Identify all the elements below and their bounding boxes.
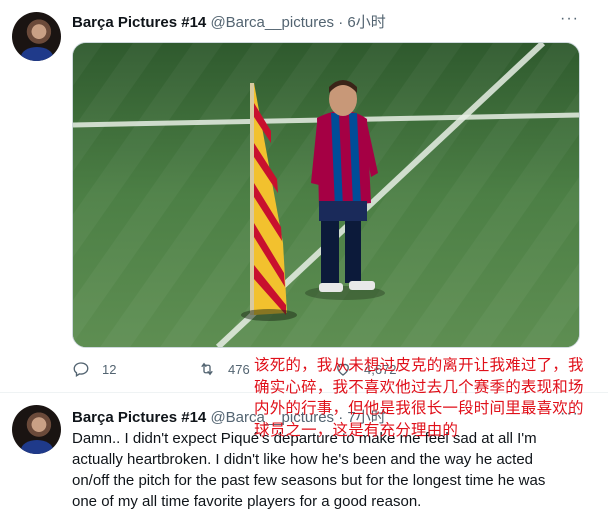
reply-button[interactable]: 12 [72, 360, 116, 378]
reply-count: 12 [102, 361, 117, 377]
avatar[interactable] [12, 12, 61, 61]
translation-overlay: 该死的，我从未想过皮克的离开让我难过了，我确实心碎，我不喜欢他过去几个赛季的表现… [254, 357, 584, 439]
tweet-header: Barça Pictures #14 @Barca__pictures · 6小… [72, 11, 386, 32]
football-pitch-photo [73, 43, 579, 347]
avatar[interactable] [12, 405, 61, 454]
author-name[interactable]: Barça Pictures #14 [72, 14, 206, 31]
retweet-icon [201, 362, 213, 376]
author-handle[interactable]: @Barca__pictures [210, 14, 334, 31]
reply-icon [73, 362, 89, 377]
retweet-count: 476 [228, 361, 250, 377]
retweet-button[interactable]: 476 [198, 360, 250, 378]
author-name[interactable]: Barça Pictures #14 [72, 409, 206, 426]
more-icon[interactable]: ··· [560, 10, 579, 28]
tweet-time[interactable]: 6小时 [347, 14, 385, 31]
tweet-photo[interactable] [72, 42, 580, 348]
separator: · [338, 14, 344, 31]
tweet-1[interactable]: Barça Pictures #14 @Barca__pictures · 6小… [0, 0, 608, 392]
